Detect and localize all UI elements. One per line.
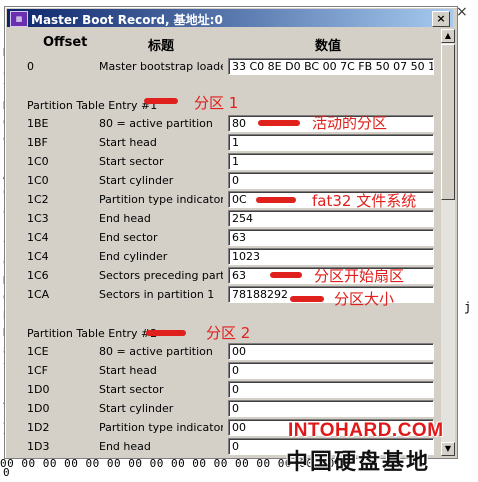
field-title: Start cylinder — [99, 402, 174, 415]
field-value-input[interactable]: 78188292 — [228, 286, 434, 303]
field-row: 1C3 End head 254 — [5, 209, 445, 228]
field-row: 1D0 Start sector 0 — [5, 380, 445, 399]
column-header-offset: Offset — [43, 35, 88, 50]
watermark-name: 中国硬盘基地 — [286, 450, 431, 475]
field-row: 1D0 Start cylinder 0 — [5, 399, 445, 418]
field-row: 1BF Start head 1 — [5, 133, 445, 152]
field-row: 0 Master bootstrap loader c 33 C0 8E D0 BC… — [5, 57, 445, 76]
field-value-input[interactable]: 0 — [228, 400, 434, 417]
annotation-stroke — [146, 330, 186, 336]
field-offset: 1BE — [27, 117, 49, 130]
field-value-input[interactable]: 1023 — [228, 248, 434, 265]
field-value-input[interactable]: 00 — [228, 343, 434, 360]
background-char: j — [464, 300, 472, 314]
title-bar[interactable]: ▦ Master Boot Record, 基地址:0 × — [7, 9, 453, 27]
watermark-site: INTOHARD.COM — [288, 420, 444, 441]
field-title: Start head — [99, 136, 157, 149]
field-offset: 0 — [27, 60, 34, 73]
close-icon[interactable]: × — [432, 11, 450, 27]
annotation-partition1: 分区 1 — [194, 94, 239, 112]
field-value-input[interactable]: 1 — [228, 134, 434, 151]
field-value-input[interactable]: 1 — [228, 153, 434, 170]
field-title: 80 = active partition — [99, 345, 213, 358]
field-value-input[interactable]: 0 — [228, 172, 434, 189]
annotation-active: 活动的分区 — [312, 114, 388, 132]
field-row: 1CE 80 = active partition 00 — [5, 342, 445, 361]
field-offset: 1BF — [27, 136, 48, 149]
field-title: Master bootstrap loader c — [99, 60, 223, 73]
field-offset: 1C3 — [27, 212, 49, 225]
annotation-size: 分区大小 — [334, 290, 395, 308]
column-headers: Offset 标题 数值 — [5, 35, 457, 54]
field-value-input[interactable]: 63 — [228, 229, 434, 246]
annotation-stroke — [144, 98, 178, 104]
annotation-stroke — [256, 197, 296, 203]
field-offset: 1D0 — [27, 402, 50, 415]
field-title: Sectors in partition 1 — [99, 288, 215, 301]
field-title: Sectors preceding partitic — [99, 269, 223, 282]
field-offset: 1D2 — [27, 421, 50, 434]
field-row: 1C4 End cylinder 1023 — [5, 247, 445, 266]
scrollbar-thumb[interactable] — [441, 44, 455, 200]
annotation-stroke — [258, 120, 300, 126]
field-offset: 1C6 — [27, 269, 49, 282]
field-value-input[interactable]: 0 — [228, 381, 434, 398]
field-offset: 1CF — [27, 364, 49, 377]
section-label: Partition Table Entry #2 — [27, 327, 158, 340]
field-offset: 1C2 — [27, 193, 49, 206]
field-title: End head — [99, 212, 151, 225]
background-close-icon[interactable]: × — [456, 4, 476, 20]
field-title: Start sector — [99, 155, 164, 168]
hex-editor-app-icon: ▦ — [10, 11, 28, 27]
field-title: End sector — [99, 231, 158, 244]
column-header-value: 数值 — [315, 39, 342, 54]
field-offset: 1C4 — [27, 231, 49, 244]
field-offset: 1CA — [27, 288, 50, 301]
field-row: 1C4 End sector 63 — [5, 228, 445, 247]
vertical-scrollbar[interactable]: ▲ ▼ — [441, 29, 455, 456]
column-header-title: 标题 — [148, 39, 175, 54]
scroll-up-icon[interactable]: ▲ — [441, 29, 455, 43]
field-title: Start cylinder — [99, 174, 174, 187]
field-title: Partition type indicator (he — [99, 421, 223, 434]
annotation-stroke — [290, 296, 324, 302]
window-title: Master Boot Record, 基地址:0 — [31, 13, 223, 27]
field-title: End head — [99, 440, 151, 453]
field-offset: 1D0 — [27, 383, 50, 396]
field-row: 1CF Start head 0 — [5, 361, 445, 380]
annotation-fat32: fat32 文件系统 — [312, 192, 417, 210]
field-offset: 1C0 — [27, 155, 49, 168]
field-row: 1C0 Start cylinder 0 — [5, 171, 445, 190]
field-offset: 1C0 — [27, 174, 49, 187]
field-title: Start head — [99, 364, 157, 377]
annotation-partition2: 分区 2 — [206, 324, 251, 342]
section-label: Partition Table Entry #1 — [27, 99, 158, 112]
field-offset: 1D3 — [27, 440, 50, 453]
field-offset: 1CE — [27, 345, 49, 358]
field-title: Partition type indicator (he — [99, 193, 223, 206]
mbr-dialog: ▦ Master Boot Record, 基地址:0 × Offset 标题 … — [4, 6, 458, 459]
field-title: Start sector — [99, 383, 164, 396]
annotation-stroke — [270, 272, 302, 278]
field-value-input[interactable]: 33 C0 8E D0 BC 00 7C FB 50 07 50 1F FC — [228, 58, 434, 75]
field-offset: 1C4 — [27, 250, 49, 263]
scroll-down-icon[interactable]: ▼ — [441, 442, 455, 456]
field-title: 80 = active partition — [99, 117, 213, 130]
field-value-input[interactable]: 254 — [228, 210, 434, 227]
field-row: 1C0 Start sector 1 — [5, 152, 445, 171]
annotation-start: 分区开始扇区 — [314, 267, 405, 285]
field-title: End cylinder — [99, 250, 168, 263]
field-value-input[interactable]: 0 — [228, 362, 434, 379]
